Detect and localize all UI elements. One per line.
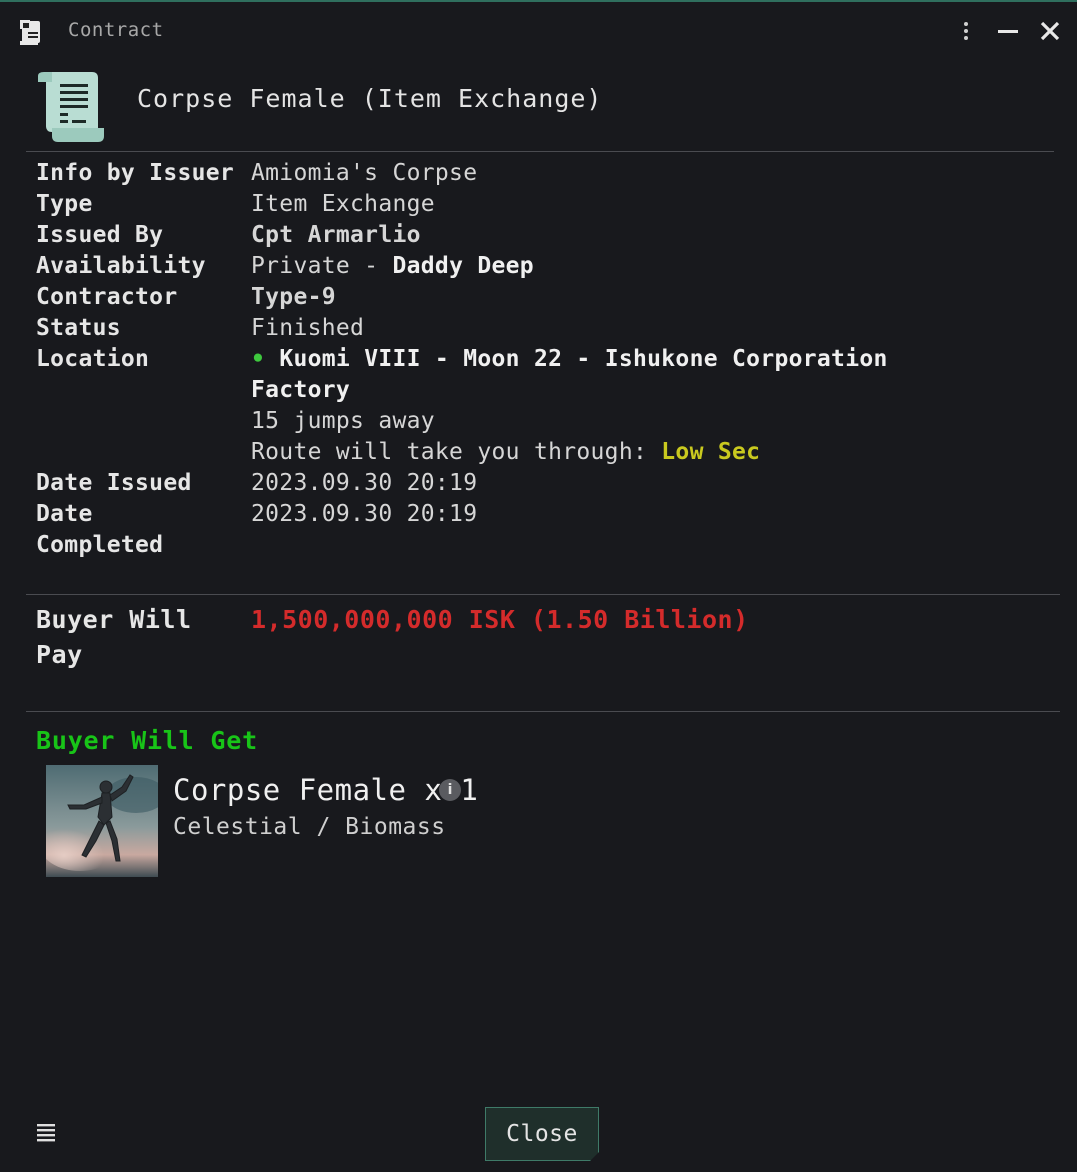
value-type: Item Exchange: [251, 191, 435, 217]
close-icon[interactable]: [1036, 17, 1064, 45]
security-dot: •: [251, 346, 266, 372]
label-info-by-issuer: Info by Issuer: [36, 160, 235, 186]
row-date-issued: Date Issued 2023.09.30 20:19: [36, 468, 1046, 499]
minimize-icon[interactable]: [994, 17, 1022, 45]
value-availability: Private - Daddy Deep: [251, 251, 1046, 282]
contract-window: Contract Corpse Female (Item Exchange) I…: [0, 0, 1077, 1172]
contract-document-icon: [38, 72, 104, 142]
label-location: Location: [36, 346, 150, 372]
label-issued-by: Issued By: [36, 222, 164, 248]
row-location: Location • Kuomi VIII - Moon 22 - Ishuko…: [36, 344, 1046, 468]
contract-title: Corpse Female (Item Exchange): [137, 84, 603, 113]
value-status: Finished: [251, 315, 365, 341]
contract-scroll-icon: [20, 20, 40, 45]
divider: [26, 151, 1054, 152]
row-issued-by: Issued By Cpt Armarlio: [36, 220, 1046, 251]
contract-header: Corpse Female (Item Exchange): [36, 70, 1036, 146]
kebab-menu-icon[interactable]: [952, 17, 980, 45]
jumps-away: 15 jumps away: [251, 408, 435, 434]
buyer-will-get-heading: Buyer Will Get: [36, 726, 258, 755]
label-date-issued: Date Issued: [36, 470, 192, 496]
route-security: Low Sec: [661, 439, 761, 465]
row-availability: Availability Private - Daddy Deep: [36, 251, 1046, 282]
corpse-item-image[interactable]: [46, 765, 158, 877]
divider: [26, 711, 1060, 712]
button-corner-notch: [590, 1152, 599, 1161]
row-type: Type Item Exchange: [36, 189, 1046, 220]
label-type: Type: [36, 191, 93, 217]
value-date-issued: 2023.09.30 20:19: [251, 470, 478, 496]
item-category: Celestial / Biomass: [173, 814, 446, 840]
info-icon[interactable]: i: [439, 779, 461, 801]
availability-target-link[interactable]: Daddy Deep: [392, 253, 533, 279]
value-date-completed: 2023.09.30 20:19: [251, 501, 478, 527]
window-title: Contract: [68, 19, 164, 41]
title-bar[interactable]: Contract: [0, 2, 1077, 60]
label-buyer-will-pay: Buyer Will Pay: [36, 605, 192, 669]
row-date-completed: Date Completed 2023.09.30 20:19: [36, 499, 1046, 558]
row-info-by-issuer: Info by Issuer Amiomia's Corpse: [36, 158, 1046, 189]
contract-info: Info by Issuer Amiomia's Corpse Type Ite…: [36, 158, 1046, 558]
label-availability: Availability: [36, 253, 206, 279]
row-status: Status Finished: [36, 313, 1046, 344]
value-location: • Kuomi VIII - Moon 22 - Ishukone Corpor…: [251, 344, 1046, 468]
value-info-by-issuer: Amiomia's Corpse: [251, 160, 478, 186]
label-date-completed: Date Completed: [36, 501, 164, 558]
close-button[interactable]: Close: [485, 1107, 599, 1161]
value-contractor-link[interactable]: Type-9: [251, 282, 1046, 313]
divider: [26, 594, 1060, 595]
row-contractor: Contractor Type-9: [36, 282, 1046, 313]
availability-prefix: Private -: [251, 253, 393, 279]
close-button-label: Close: [506, 1121, 578, 1147]
value-issued-by-link[interactable]: Cpt Armarlio: [251, 220, 1046, 251]
label-status: Status: [36, 315, 121, 341]
item-entry[interactable]: Corpse Female x 1 i Celestial / Biomass: [46, 765, 746, 877]
location-link-line2[interactable]: Factory: [251, 375, 1046, 406]
route-prefix: Route will take you through:: [251, 439, 662, 465]
item-name: Corpse Female x 1: [173, 773, 479, 807]
hamburger-menu-icon[interactable]: [35, 1120, 57, 1144]
location-link[interactable]: Kuomi VIII - Moon 22 - Ishukone Corporat…: [279, 346, 887, 372]
price-value: 1,500,000,000 ISK (1.50 Billion): [251, 605, 749, 634]
label-contractor: Contractor: [36, 284, 178, 310]
